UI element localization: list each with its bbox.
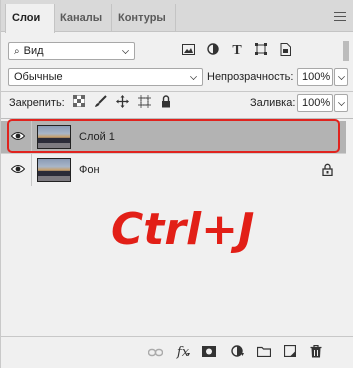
opacity-label: Непрозрачность: — [207, 71, 294, 83]
new-adjustment-layer-icon[interactable]: ▾ — [229, 345, 245, 361]
lock-icon — [322, 163, 334, 177]
fill-dropdown[interactable] — [334, 94, 348, 112]
panel-menu-icon[interactable] — [334, 12, 346, 21]
brush-icon[interactable] — [92, 95, 108, 111]
layer-name[interactable]: Фон — [79, 154, 100, 186]
selection-highlight — [7, 119, 340, 153]
fill-input[interactable]: 100% — [297, 94, 333, 112]
layer-row-fon[interactable]: Фон — [1, 153, 346, 186]
move-icon[interactable] — [114, 95, 130, 111]
image-filter-icon[interactable] — [180, 43, 196, 59]
tab-bar: Слои Каналы Контуры — [1, 0, 353, 33]
add-mask-icon[interactable] — [201, 345, 217, 361]
artboard-lock-icon[interactable] — [136, 95, 152, 111]
divider — [31, 154, 32, 186]
lock-all-icon[interactable] — [158, 95, 174, 111]
adjustment-filter-icon[interactable] — [205, 43, 221, 59]
trash-icon[interactable] — [308, 344, 324, 361]
link-layers-icon[interactable] — [147, 345, 163, 361]
filter-kind-label: Вид — [23, 45, 44, 57]
lock-row: Закрепить: Заливка: 100% — [1, 94, 353, 112]
search-icon: ⌕ — [14, 46, 20, 57]
chevron-down-icon — [190, 73, 197, 80]
blend-mode-select[interactable]: Обычные — [8, 68, 203, 86]
smart-object-filter-icon[interactable] — [277, 43, 293, 59]
blend-mode-value: Обычные — [14, 71, 63, 83]
divider — [1, 91, 353, 92]
layer-thumbnail[interactable] — [37, 158, 71, 182]
fill-label: Заливка: — [250, 97, 296, 109]
chevron-down-icon — [338, 99, 345, 106]
lock-transparent-pixels-icon[interactable] — [71, 94, 87, 111]
shortcut-overlay-text: Ctrl+J — [111, 204, 255, 255]
type-filter-icon[interactable]: T — [229, 43, 245, 59]
bottom-toolbar: fx ▾ ▾ — [1, 336, 353, 368]
filter-row: ⌕ Вид T — [1, 42, 353, 60]
new-group-icon[interactable] — [256, 345, 272, 361]
layers-panel: Слои Каналы Контуры ⌕ Вид T Обычные Непро… — [0, 0, 353, 368]
tab-layers[interactable]: Слои — [5, 4, 55, 33]
chevron-down-icon — [338, 73, 345, 80]
eye-icon[interactable] — [10, 164, 26, 174]
filter-kind-select[interactable]: ⌕ Вид — [8, 42, 135, 60]
blend-row: Обычные Непрозрачность: 100% — [1, 68, 353, 86]
opacity-input[interactable]: 100% — [297, 68, 333, 86]
tab-channels[interactable]: Каналы — [54, 4, 112, 32]
new-layer-icon[interactable] — [282, 344, 298, 361]
opacity-dropdown[interactable] — [334, 68, 348, 86]
chevron-down-icon — [122, 47, 129, 54]
filter-toggle[interactable] — [343, 41, 349, 61]
shape-filter-icon[interactable] — [253, 43, 269, 59]
lock-label: Закрепить: — [9, 97, 65, 109]
tab-paths[interactable]: Контуры — [112, 4, 176, 32]
fx-icon[interactable]: fx ▾ — [175, 345, 191, 361]
